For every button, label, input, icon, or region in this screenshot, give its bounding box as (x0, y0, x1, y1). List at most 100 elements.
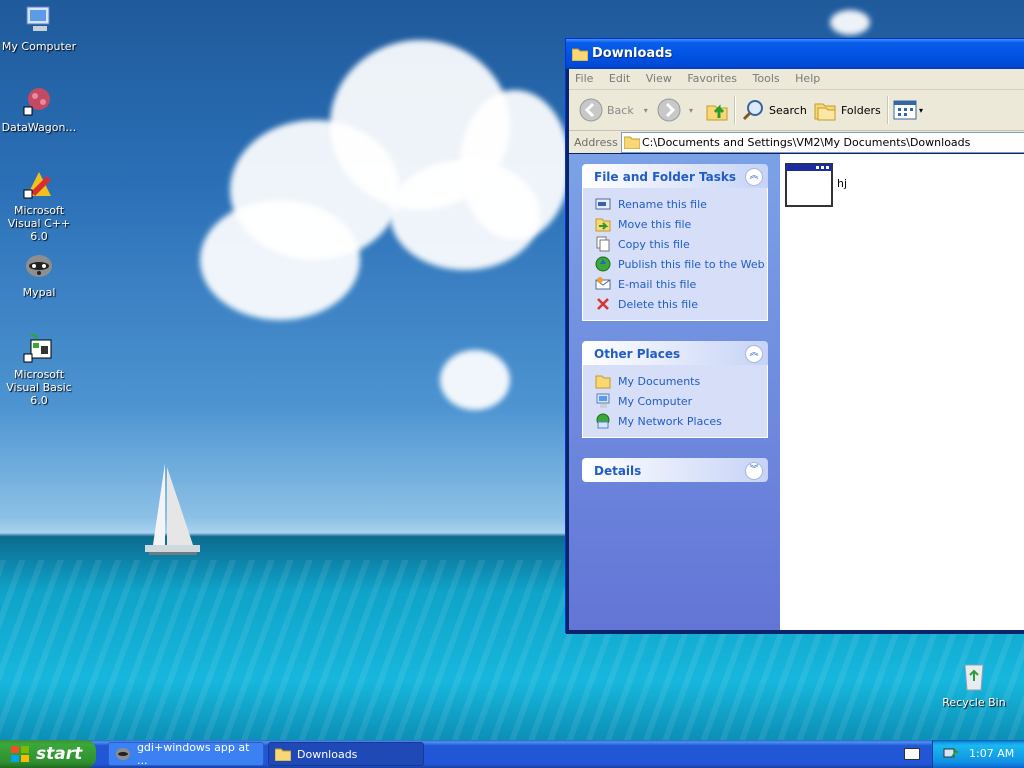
task-email-file[interactable]: E-mail this file (595, 274, 767, 294)
computer-icon (596, 393, 610, 408)
panel-title: File and Folder Tasks (594, 170, 737, 184)
folder-icon (275, 748, 291, 761)
panel-header[interactable]: Details ︾ (582, 458, 768, 482)
taskbar-button-gdi-app[interactable]: gdi+windows app at ... (108, 741, 264, 767)
keyboard-icon[interactable] (904, 748, 920, 760)
desktop-icon-label: Microsoft Visual Basic 6.0 (6, 368, 72, 407)
other-places-panel: Other Places ︽ My Documents My Computer … (582, 341, 768, 438)
visual-basic-icon (23, 334, 52, 363)
folders-button[interactable]: Folders (813, 96, 881, 124)
task-delete-file[interactable]: Delete this file (595, 294, 767, 314)
desktop-icon-mypal[interactable]: Mypal (0, 250, 79, 299)
address-field[interactable]: C:\Documents and Settings\VM2\My Documen… (621, 132, 1024, 153)
move-icon (595, 218, 611, 232)
file-name: hj (837, 177, 848, 190)
search-button[interactable]: Search (741, 96, 807, 124)
clock[interactable]: 1:07 AM (969, 747, 1014, 760)
details-panel: Details ︾ (582, 458, 768, 482)
toolbar: Back ▾ ▾ Search Folders ▾ (569, 90, 1024, 131)
desktop-icon-label: My Computer (1, 40, 77, 53)
desktop-icon-label: DataWagon… (1, 121, 77, 134)
taskbar-button-label: gdi+windows app at ... (136, 741, 250, 767)
recycle-bin-icon (964, 664, 984, 691)
views-dropdown-icon: ▾ (919, 105, 924, 115)
datawagon-icon (23, 88, 50, 116)
start-label: start (36, 744, 83, 764)
folders-label: Folders (841, 103, 881, 117)
search-icon (742, 100, 763, 121)
place-network[interactable]: My Network Places (595, 411, 767, 431)
rename-icon (595, 198, 611, 210)
back-label: Back (607, 103, 634, 117)
taskbar: start gdi+windows app at ... Downloads 1… (0, 740, 1024, 768)
start-button[interactable]: start (0, 740, 96, 768)
menu-help[interactable]: Help (789, 69, 826, 88)
place-my-documents[interactable]: My Documents (595, 371, 767, 391)
desktop-icon-visual-cpp[interactable]: Microsoft Visual C++ 6.0 (0, 168, 79, 243)
desktop-icon-my-computer[interactable]: My Computer (0, 4, 79, 53)
folders-icon (814, 103, 836, 121)
computer-icon (26, 6, 50, 31)
menu-file[interactable]: File (569, 69, 599, 88)
menu-bar: File Edit View Favorites Tools Help (569, 69, 1024, 90)
up-folder-icon (706, 104, 728, 121)
email-icon (595, 277, 611, 290)
task-pane: File and Folder Tasks ︽ Rename this file… (569, 154, 780, 630)
task-move-file[interactable]: Move this file (595, 214, 767, 234)
file-item[interactable]: hj (785, 163, 847, 207)
forward-dropdown-icon[interactable]: ▾ (689, 106, 693, 115)
address-value: C:\Documents and Settings\VM2\My Documen… (642, 136, 971, 149)
desktop-icon-datawagon[interactable]: DataWagon… (0, 85, 79, 134)
network-icon (596, 413, 610, 429)
system-tray: 1:07 AM (932, 740, 1024, 768)
forward-button[interactable]: ▾ (657, 96, 693, 124)
visual-cpp-icon (23, 172, 51, 199)
window-title: Downloads (592, 46, 673, 61)
explorer-window[interactable]: Downloads File Edit View Favorites Tools… (565, 38, 1024, 634)
copy-icon (596, 236, 610, 252)
file-list[interactable]: hj (780, 154, 1024, 630)
panel-title: Other Places (594, 347, 681, 361)
search-label: Search (769, 103, 807, 117)
views-button[interactable]: ▾ (893, 96, 923, 124)
address-bar: Address C:\Documents and Settings\VM2\My… (569, 131, 1024, 153)
desktop-icon-visual-basic[interactable]: Microsoft Visual Basic 6.0 (0, 332, 79, 407)
menu-view[interactable]: View (640, 69, 678, 88)
raccoon-icon (26, 255, 52, 277)
place-my-computer[interactable]: My Computer (595, 391, 767, 411)
task-publish-web[interactable]: Publish this file to the Web (595, 254, 767, 274)
windows-logo-icon (11, 746, 29, 762)
forward-arrow-icon (657, 98, 681, 122)
taskbar-button-label: Downloads (297, 747, 358, 761)
file-folder-tasks-panel: File and Folder Tasks ︽ Rename this file… (582, 164, 768, 321)
address-label: Address (574, 136, 618, 149)
network-tray-icon[interactable] (943, 746, 959, 762)
folder-icon (624, 136, 640, 149)
taskbar-button-downloads[interactable]: Downloads (268, 742, 424, 766)
desktop-icon-label: Mypal (22, 286, 56, 299)
desktop-icon-label: Microsoft Visual C++ 6.0 (7, 204, 71, 243)
collapse-chevron-icon[interactable]: ︽ (745, 168, 763, 186)
panel-title: Details (594, 464, 642, 478)
menu-favorites[interactable]: Favorites (681, 69, 743, 88)
menu-edit[interactable]: Edit (603, 69, 636, 88)
raccoon-icon (115, 748, 130, 760)
panel-header[interactable]: File and Folder Tasks ︽ (582, 164, 768, 188)
desktop-icon-recycle-bin[interactable]: Recycle Bin (934, 660, 1014, 709)
title-bar[interactable]: Downloads (566, 39, 1024, 69)
panel-header[interactable]: Other Places ︽ (582, 341, 768, 365)
back-button[interactable]: Back ▾ (579, 96, 648, 124)
task-copy-file[interactable]: Copy this file (595, 234, 767, 254)
up-folder-button[interactable] (705, 96, 729, 124)
folder-icon (572, 48, 588, 61)
back-dropdown-icon[interactable]: ▾ (644, 106, 648, 115)
menu-tools[interactable]: Tools (747, 69, 786, 88)
expand-chevron-icon[interactable]: ︾ (745, 462, 763, 480)
folder-icon (595, 375, 611, 389)
window-file-icon (785, 163, 833, 207)
sailboat-image (145, 463, 200, 555)
globe-icon (595, 256, 611, 272)
task-rename-file[interactable]: Rename this file (595, 194, 767, 214)
collapse-chevron-icon[interactable]: ︽ (745, 345, 763, 363)
back-arrow-icon (579, 98, 603, 122)
